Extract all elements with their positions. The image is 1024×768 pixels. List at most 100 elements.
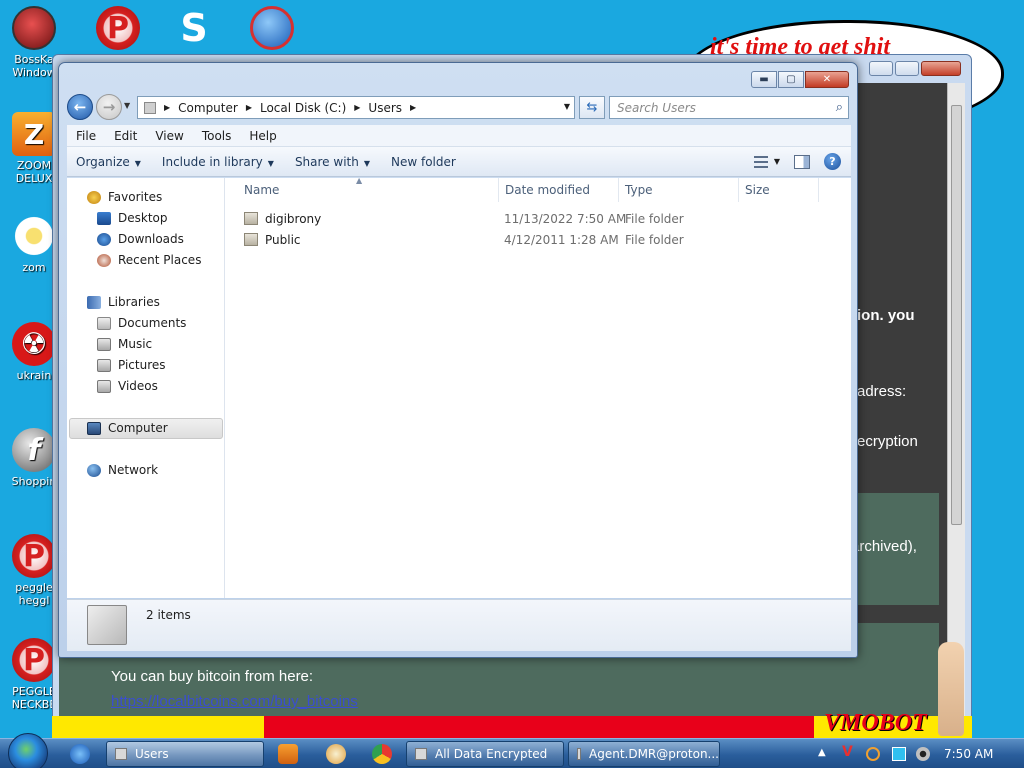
nav-videos-label: Videos [118, 379, 158, 393]
column-type[interactable]: Type [625, 178, 653, 202]
explorer-window[interactable]: ▬ ▢ ✕ ← → ▼ ▶ Computer ▶ Local Disk (C:)… [58, 62, 858, 658]
vegas-icon[interactable]: V [842, 744, 856, 760]
nav-favorites[interactable]: Favorites [87, 187, 162, 207]
desktop-icon-globe[interactable] [240, 6, 304, 53]
recent-pages-dropdown[interactable]: ▼ [124, 101, 130, 110]
breadcrumb-computer[interactable]: Computer [178, 101, 238, 115]
show-hidden-icons-icon[interactable]: ▲ [818, 747, 832, 761]
media-player-icon[interactable] [278, 744, 298, 764]
share-with-button[interactable]: Share with ▼ [286, 155, 382, 169]
column-divider[interactable] [498, 178, 499, 202]
column-date-modified[interactable]: Date modified [505, 178, 590, 202]
file-row[interactable]: digibrony 11/13/2022 7:50 AM File folder [226, 209, 851, 230]
menu-help[interactable]: Help [240, 129, 285, 143]
bitcoin-link[interactable]: https://localbitcoins.com/buy_bitcoins [111, 693, 358, 710]
start-button[interactable] [8, 733, 48, 768]
caret-down-icon: ▼ [363, 158, 370, 168]
column-divider[interactable] [738, 178, 739, 202]
caret-down-icon: ▼ [267, 158, 274, 168]
search-icon[interactable]: ⌕ [836, 100, 843, 115]
taskbar-button-label: All Data Encrypted [435, 747, 548, 761]
menu-bar: File Edit View Tools Help [67, 125, 851, 147]
close-button[interactable]: ✕ [805, 71, 849, 88]
new-folder-label: New folder [391, 154, 456, 169]
organize-button[interactable]: Organize ▼ [67, 155, 153, 169]
ransom-scroll-thumb[interactable] [951, 105, 962, 525]
nav-recent-places[interactable]: Recent Places [97, 250, 201, 270]
address-bar[interactable]: ▶ Computer ▶ Local Disk (C:) ▶ Users ▶ ▼ [137, 96, 575, 119]
webcam-icon[interactable] [916, 747, 930, 761]
ransom-line-3: ecryption [857, 433, 918, 450]
taskbar-button-agent-email[interactable]: Agent.DMR@proton... [568, 741, 720, 767]
nav-pictures[interactable]: Pictures [97, 355, 166, 375]
nav-favorites-label: Favorites [108, 190, 163, 204]
column-divider[interactable] [818, 178, 819, 202]
menu-tools[interactable]: Tools [193, 129, 241, 143]
nav-music[interactable]: Music [97, 334, 152, 354]
nav-computer-label: Computer [108, 421, 168, 435]
taskbar-button-label: Users [135, 747, 169, 761]
refresh-button[interactable]: ⇆ [579, 96, 605, 119]
desktop-icon-peggle[interactable]: P [86, 6, 150, 53]
menu-file[interactable]: File [67, 129, 105, 143]
desktop-icon [97, 211, 111, 225]
search-placeholder: Search Users [617, 100, 696, 115]
nav-libraries[interactable]: Libraries [87, 292, 160, 312]
chrome-icon[interactable] [372, 744, 392, 764]
ransom-minimize-button[interactable] [869, 61, 893, 76]
ransom-line-1: ion. you [857, 307, 915, 324]
chevron-right-icon[interactable]: ▶ [164, 103, 170, 112]
ransom-maximize-button[interactable] [895, 61, 919, 76]
include-in-library-button[interactable]: Include in library ▼ [153, 155, 286, 169]
breadcrumb-local-disk[interactable]: Local Disk (C:) [260, 101, 346, 115]
folder-icon [115, 748, 127, 760]
column-divider[interactable] [618, 178, 619, 202]
column-name[interactable]: Name [244, 178, 279, 202]
paint-icon[interactable] [326, 744, 346, 764]
videos-icon [97, 379, 111, 393]
file-row[interactable]: Public 4/12/2011 1:28 AM File folder [226, 230, 851, 251]
item-count: 2 items [146, 608, 191, 622]
organize-label: Organize [76, 154, 130, 169]
monitor-icon[interactable] [892, 747, 906, 761]
maximize-button[interactable]: ▢ [778, 71, 804, 88]
search-input[interactable]: Search Users ⌕ [609, 96, 849, 119]
nav-desktop-label: Desktop [118, 211, 168, 225]
ransom-close-button[interactable] [921, 61, 961, 76]
desktop-icon-skype[interactable]: S [162, 6, 226, 53]
nav-computer[interactable]: Computer [87, 418, 168, 438]
nav-network[interactable]: Network [87, 460, 158, 480]
folder-icon [244, 212, 258, 225]
new-folder-button[interactable]: New folder [382, 155, 468, 169]
nav-videos[interactable]: Videos [97, 376, 158, 396]
taskbar-button-all-data-encrypted[interactable]: All Data Encrypted [406, 741, 564, 767]
address-history-dropdown[interactable]: ▼ [564, 102, 570, 111]
view-controls: ▼ ? [753, 153, 841, 170]
system-clock[interactable]: 7:50 AM [944, 747, 993, 761]
ransom-scrollbar[interactable] [947, 83, 965, 717]
file-name: digibrony [265, 212, 322, 226]
back-button[interactable]: ← [67, 94, 93, 120]
help-icon[interactable]: ? [824, 153, 841, 170]
breadcrumb-users[interactable]: Users [368, 101, 402, 115]
window-icon [415, 748, 427, 760]
preview-pane-icon[interactable] [794, 154, 810, 169]
forward-button[interactable]: → [96, 94, 122, 120]
menu-edit[interactable]: Edit [105, 129, 146, 143]
taskbar-button-users[interactable]: Users [106, 741, 264, 767]
internet-explorer-icon[interactable] [70, 744, 90, 764]
minimize-button[interactable]: ▬ [751, 71, 777, 88]
nav-desktop[interactable]: Desktop [97, 208, 168, 228]
chevron-right-icon[interactable]: ▶ [246, 103, 252, 112]
downloads-icon [97, 232, 111, 246]
flash-icon: f [12, 428, 56, 472]
menu-view[interactable]: View [146, 129, 192, 143]
chevron-right-icon[interactable]: ▶ [354, 103, 360, 112]
nav-documents[interactable]: Documents [97, 313, 186, 333]
chevron-right-icon[interactable]: ▶ [410, 103, 416, 112]
nav-downloads[interactable]: Downloads [97, 229, 184, 249]
share-with-label: Share with [294, 154, 359, 169]
search-tray-icon[interactable] [866, 747, 880, 761]
column-size[interactable]: Size [745, 178, 770, 202]
change-view-button[interactable]: ▼ [753, 155, 780, 168]
